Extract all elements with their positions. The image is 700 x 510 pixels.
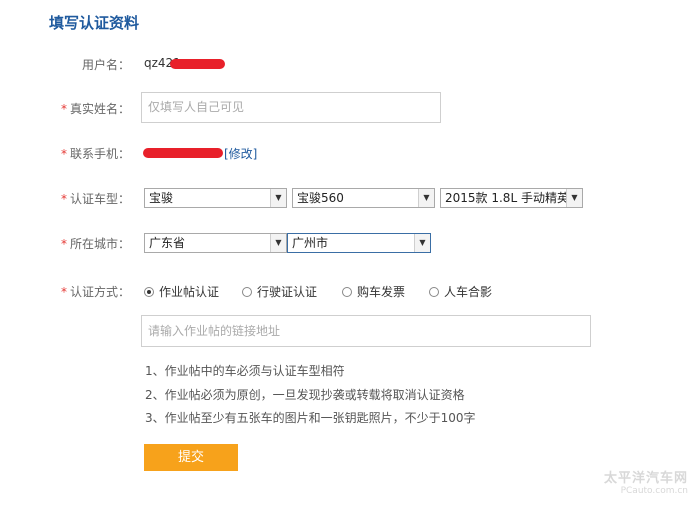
car-label-text: 认证车型： — [69, 192, 130, 206]
radio-icon — [429, 287, 439, 297]
phone-label-text: 联系手机： — [69, 147, 130, 161]
car-trim-value: 2015款 1.8L 手动精英 — [445, 191, 569, 205]
car-model-select[interactable]: 宝骏560 ▼ — [292, 188, 435, 208]
radio-icon — [342, 287, 352, 297]
required-mark: * — [60, 192, 67, 206]
submit-button[interactable]: 提交 — [144, 444, 238, 471]
edit-phone-link[interactable]: [修改] — [224, 145, 257, 162]
province-value: 广东省 — [149, 236, 186, 250]
province-select[interactable]: 广东省 ▼ — [144, 233, 287, 253]
phone-label: * 联系手机： — [61, 145, 130, 162]
required-mark: * — [60, 237, 67, 251]
method-option-label: 人车合影 — [444, 285, 493, 299]
realname-input[interactable]: 仅填写人自己可见 — [141, 92, 441, 123]
car-model-value: 宝骏560 — [297, 191, 344, 205]
tip-item: 1、作业帖中的车必须与认证车型相符 — [145, 364, 345, 378]
chevron-down-icon: ▼ — [270, 189, 286, 207]
city-value: 广州市 — [292, 236, 329, 250]
method-option-1[interactable]: 行驶证认证 — [242, 283, 317, 300]
method-label-text: 认证方式： — [69, 285, 130, 299]
car-brand-select[interactable]: 宝骏 ▼ — [144, 188, 287, 208]
tip-item: 3、作业帖至少有五张车的图片和一张钥匙照片，不少于100字 — [145, 411, 476, 425]
method-option-label: 作业帖认证 — [159, 285, 220, 299]
city-label-text: 所在城市： — [69, 237, 130, 251]
username-redaction — [170, 59, 225, 69]
chevron-down-icon: ▼ — [414, 234, 430, 252]
city-label: * 所在城市： — [61, 235, 130, 252]
phone-redaction — [143, 148, 223, 158]
method-option-label: 购车发票 — [357, 285, 406, 299]
method-label: * 认证方式： — [61, 283, 130, 300]
realname-label: * 真实姓名： — [61, 100, 130, 117]
watermark: 太平洋汽车网 PCauto.com.cn — [604, 467, 688, 496]
page-title: 填写认证资料 — [49, 14, 140, 32]
required-mark: * — [60, 102, 67, 116]
car-trim-select[interactable]: 2015款 1.8L 手动精英 ▼ — [440, 188, 583, 208]
realname-label-text: 真实姓名： — [69, 102, 130, 116]
chevron-down-icon: ▼ — [418, 189, 434, 207]
method-option-0[interactable]: 作业帖认证 — [144, 283, 219, 300]
post-link-input[interactable]: 请输入作业帖的链接地址 — [141, 315, 591, 347]
radio-icon — [242, 287, 252, 297]
required-mark: * — [60, 285, 67, 299]
tip-item: 2、作业帖必须为原创，一旦发现抄袭或转载将取消认证资格 — [145, 388, 465, 402]
chevron-down-icon: ▼ — [566, 189, 582, 207]
city-select[interactable]: 广州市 ▼ — [287, 233, 431, 253]
radio-checked-icon — [144, 287, 154, 297]
method-option-label: 行驶证认证 — [257, 285, 318, 299]
username-label: 用户名： — [81, 58, 130, 72]
watermark-line1: 太平洋汽车网 — [603, 471, 688, 486]
car-label: * 认证车型： — [61, 190, 130, 207]
method-option-2[interactable]: 购车发票 — [342, 283, 405, 300]
method-option-3[interactable]: 人车合影 — [429, 283, 492, 300]
car-brand-value: 宝骏 — [149, 191, 174, 205]
watermark-line2: PCauto.com.cn — [620, 486, 688, 496]
required-mark: * — [60, 147, 67, 161]
chevron-down-icon: ▼ — [270, 234, 286, 252]
